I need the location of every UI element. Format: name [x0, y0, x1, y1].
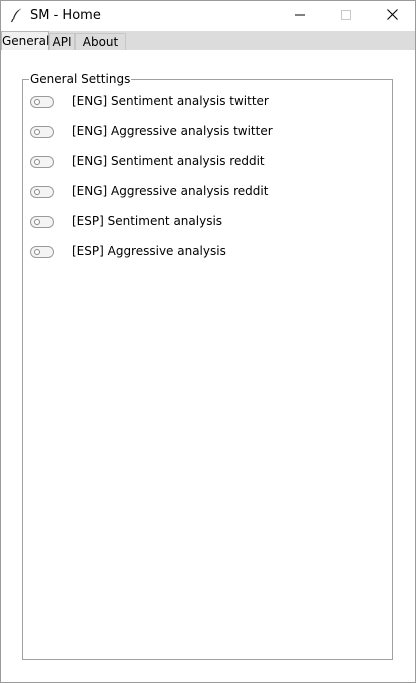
- setting-row-esp-sentiment: [ESP] Sentiment analysis: [23, 213, 383, 233]
- toggle-knob: [34, 189, 40, 195]
- toggle-knob: [34, 219, 40, 225]
- toggle-knob: [34, 159, 40, 165]
- general-tab-page: General Settings [ENG] Sentiment analysi…: [1, 50, 415, 682]
- close-button[interactable]: [369, 1, 415, 30]
- toggle-switch[interactable]: [30, 246, 54, 258]
- toggle-knob: [34, 249, 40, 255]
- setting-label[interactable]: [ENG] Aggressive analysis reddit: [72, 183, 268, 199]
- app-window: SM - Home General API About ... General …: [0, 0, 416, 683]
- toggle-switch[interactable]: [30, 126, 54, 138]
- tab-about[interactable]: About ...: [75, 33, 126, 66]
- toggle-knob: [34, 99, 40, 105]
- minimize-button[interactable]: [277, 1, 323, 30]
- close-icon: [386, 8, 398, 23]
- maximize-button[interactable]: [323, 1, 369, 30]
- general-settings-group: General Settings [ENG] Sentiment analysi…: [22, 72, 393, 660]
- setting-label[interactable]: [ESP] Sentiment analysis: [72, 213, 222, 229]
- minimize-icon: [295, 9, 305, 23]
- setting-row-eng-sentiment-reddit: [ENG] Sentiment analysis reddit: [23, 153, 383, 173]
- toggle-switch[interactable]: [30, 186, 54, 198]
- toggle-knob: [34, 129, 40, 135]
- setting-row-eng-sentiment-twitter: [ENG] Sentiment analysis twitter: [23, 93, 383, 113]
- setting-label[interactable]: [ENG] Sentiment analysis twitter: [72, 93, 269, 109]
- setting-label[interactable]: [ESP] Aggressive analysis: [72, 243, 226, 259]
- tab-general[interactable]: General: [1, 31, 49, 50]
- setting-label[interactable]: [ENG] Aggressive analysis twitter: [72, 123, 273, 139]
- maximize-icon: [341, 9, 351, 23]
- setting-row-eng-aggressive-twitter: [ENG] Aggressive analysis twitter: [23, 123, 383, 143]
- group-title: General Settings: [29, 72, 132, 86]
- setting-label[interactable]: [ENG] Sentiment analysis reddit: [72, 153, 265, 169]
- title-bar[interactable]: SM - Home: [1, 1, 415, 30]
- toggle-switch[interactable]: [30, 96, 54, 108]
- window-title: SM - Home: [30, 8, 101, 23]
- tab-strip: General API About ...: [1, 31, 415, 66]
- tab-api[interactable]: API: [49, 33, 75, 50]
- toggle-switch[interactable]: [30, 156, 54, 168]
- setting-row-esp-aggressive: [ESP] Aggressive analysis: [23, 243, 383, 263]
- toggle-switch[interactable]: [30, 216, 54, 228]
- feather-icon: [9, 7, 25, 23]
- setting-row-eng-aggressive-reddit: [ENG] Aggressive analysis reddit: [23, 183, 383, 203]
